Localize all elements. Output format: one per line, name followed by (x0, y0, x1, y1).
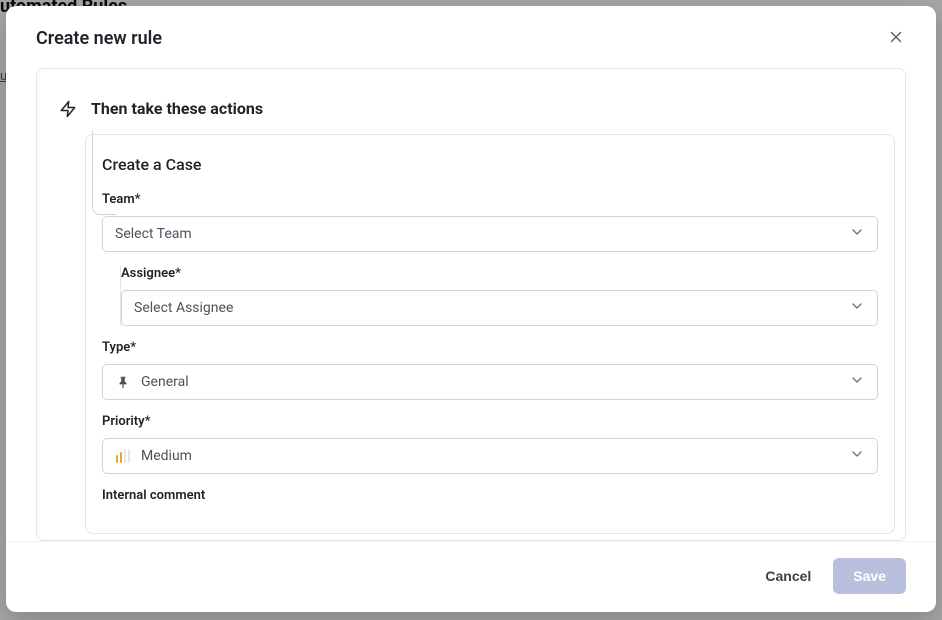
connector-elbow (92, 187, 116, 215)
type-select-value: General (141, 374, 839, 390)
modal-header: Create new rule (6, 6, 936, 68)
chevron-down-icon (849, 298, 865, 318)
modal-footer: Cancel Save (6, 541, 936, 612)
priority-medium-icon (115, 449, 131, 463)
create-rule-modal: Create new rule Then take these actions … (6, 6, 936, 612)
close-icon (887, 28, 905, 49)
team-label: Team* (102, 192, 878, 207)
create-case-action-card: Create a Case Team* Select Team Assignee… (85, 134, 895, 534)
lightning-icon (59, 100, 77, 118)
priority-select-value: Medium (141, 448, 839, 464)
type-label: Type* (102, 340, 878, 355)
close-button[interactable] (882, 24, 910, 52)
type-select[interactable]: General (102, 364, 878, 400)
modal-body: Then take these actions Create a Case Te… (6, 68, 936, 541)
action-card-title: Create a Case (102, 155, 878, 174)
type-field: Type* General (102, 340, 878, 400)
priority-label: Priority* (102, 414, 878, 429)
chevron-down-icon (849, 446, 865, 466)
internal-comment-field: Internal comment (102, 488, 878, 503)
assignee-select-value: Select Assignee (134, 300, 839, 316)
team-select[interactable]: Select Team (102, 216, 878, 252)
connector-line (92, 131, 93, 187)
priority-field: Priority* Medium (102, 414, 878, 474)
team-select-value: Select Team (115, 226, 839, 242)
assignee-label: Assignee* (121, 266, 878, 281)
save-button[interactable]: Save (833, 558, 906, 594)
chevron-down-icon (849, 372, 865, 392)
internal-comment-label: Internal comment (102, 488, 878, 503)
actions-section-title: Then take these actions (91, 99, 263, 118)
assignee-field: Assignee* Select Assignee (120, 266, 878, 326)
pin-icon (115, 375, 131, 389)
modal-title: Create new rule (36, 28, 162, 49)
priority-select[interactable]: Medium (102, 438, 878, 474)
cancel-button[interactable]: Cancel (761, 560, 815, 592)
assignee-select[interactable]: Select Assignee (121, 290, 878, 326)
team-field: Team* Select Team (102, 192, 878, 252)
actions-section-header: Then take these actions (37, 99, 905, 118)
chevron-down-icon (849, 224, 865, 244)
rule-card: Then take these actions Create a Case Te… (36, 68, 906, 541)
